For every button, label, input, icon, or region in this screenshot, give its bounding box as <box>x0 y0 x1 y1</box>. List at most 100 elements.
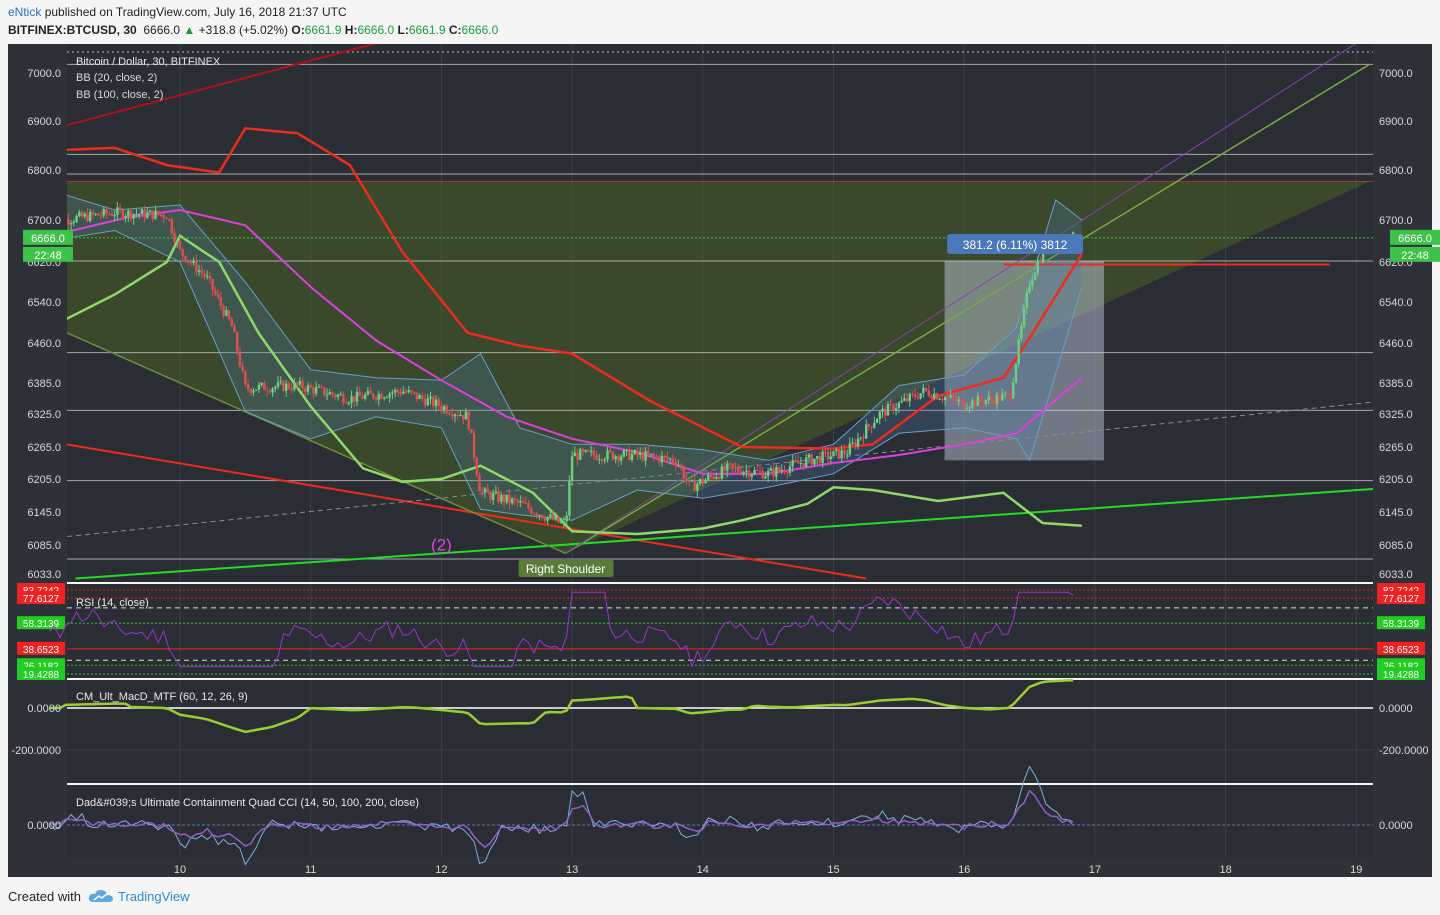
candle-body <box>129 210 133 219</box>
candle-body <box>766 470 770 477</box>
y-tick-left-6325.0: 6325.0 <box>27 409 61 421</box>
candle-body <box>192 260 195 264</box>
candle-body <box>769 468 773 471</box>
candle-body <box>636 450 639 455</box>
y-tick-right-6540.0: 6540.0 <box>1379 297 1413 309</box>
candle-body <box>249 388 252 393</box>
candle-body <box>660 455 664 463</box>
candle-body <box>663 455 666 457</box>
candle-body <box>67 218 70 225</box>
candle-body <box>641 452 645 461</box>
candle-body <box>886 404 890 416</box>
macd-tick-left-200: -200.0000 <box>11 745 61 757</box>
candle-body <box>88 211 92 222</box>
candle-body <box>287 383 291 389</box>
x-tick-17: 17 <box>1089 864 1101 876</box>
candle-body <box>794 460 797 462</box>
candle-body <box>500 494 503 502</box>
candle-body <box>807 454 811 458</box>
candle-body <box>317 386 321 388</box>
candle-body <box>998 394 1001 401</box>
candle-body <box>211 278 214 291</box>
candle-body <box>314 387 318 394</box>
candle-body <box>238 351 242 366</box>
candle-body <box>216 294 220 298</box>
candle-body <box>881 408 884 412</box>
candle-body <box>388 393 391 398</box>
candle-body <box>293 382 296 390</box>
author-link[interactable]: eNtick <box>8 5 41 19</box>
y-tick-right-6700.0: 6700.0 <box>1379 215 1413 227</box>
publish-text: published on TradingView.com, July 16, 2… <box>44 5 347 19</box>
candle-body <box>132 214 135 219</box>
footer: Created with TradingView <box>0 878 1440 915</box>
candle-body <box>671 458 675 463</box>
candle-body <box>772 468 775 477</box>
candle-body <box>75 216 78 222</box>
close-label: C: <box>448 23 462 37</box>
candle-body <box>497 491 500 502</box>
candle-body <box>222 305 225 316</box>
candle-body <box>472 433 476 459</box>
tradingview-brand[interactable]: TradingView <box>118 889 190 904</box>
candle-body <box>649 453 653 455</box>
rsi-badge-text-3-right: 38.6523 <box>1383 645 1420 656</box>
candle-body <box>840 450 843 459</box>
legend-bb2: BB (100, close, 2) <box>76 89 163 101</box>
candle-body <box>410 390 413 392</box>
y-tick-left-7000.0: 7000.0 <box>27 68 61 80</box>
candle-body <box>505 494 508 503</box>
candle-body <box>86 213 89 222</box>
candle-body <box>674 462 677 465</box>
macd-title: CM_Ult_MacD_MTF (60, 12, 26, 9) <box>76 691 248 703</box>
rsi-badge-text-2-left: 58.3139 <box>23 619 60 630</box>
candle-body <box>391 392 394 394</box>
candle-body <box>835 449 838 451</box>
y-tick-right-6385.0: 6385.0 <box>1379 378 1413 390</box>
candle-body <box>516 499 519 503</box>
candle-body <box>137 214 141 216</box>
chart-canvas[interactable]: 10 11 12 13 14 15 16 17 18 19 (2) Right Shoulder 381… <box>0 42 1440 878</box>
candle-body <box>372 393 375 398</box>
candle-body <box>176 241 179 243</box>
candle-body <box>786 472 789 474</box>
candle-body <box>862 437 865 439</box>
candle-body <box>510 498 514 504</box>
candle-body <box>276 382 280 387</box>
candle-body <box>973 400 977 407</box>
y-tick-left-6460.0: 6460.0 <box>27 338 61 350</box>
candle-body <box>903 398 906 401</box>
candle-body <box>369 390 372 394</box>
candle-body <box>802 463 805 467</box>
candle-body <box>219 297 223 306</box>
candle-body <box>235 332 239 352</box>
candle-body <box>404 391 408 393</box>
candle-body <box>358 391 361 397</box>
time-axis-background <box>8 857 1432 877</box>
candle-body <box>470 428 473 434</box>
candle-body <box>124 216 127 219</box>
candle-body <box>810 454 813 465</box>
y-tick-right-7000.0: 7000.0 <box>1379 68 1413 80</box>
candle-body <box>265 390 269 392</box>
candle-body <box>965 408 969 410</box>
candle-body <box>434 399 438 407</box>
low-label: L: <box>397 23 409 37</box>
candle-body <box>519 500 522 503</box>
candle-body <box>230 319 233 327</box>
candle-body <box>328 392 331 395</box>
candle-body <box>445 406 449 414</box>
candle-body <box>658 456 661 463</box>
candle-body <box>753 469 756 475</box>
candle-body <box>148 210 152 213</box>
up-arrow-icon: ▲ <box>183 23 196 37</box>
candle-body <box>742 472 745 475</box>
last-price-text-left: 6666.0 <box>31 233 65 245</box>
x-tick-19: 19 <box>1350 864 1362 876</box>
candle-body <box>557 516 560 523</box>
candle-body <box>647 451 650 455</box>
candle-body <box>396 389 400 392</box>
candle-body <box>644 451 647 461</box>
candle-body <box>573 452 577 457</box>
symbol-label: BITFINEX:BTCUSD, 30 <box>8 23 137 37</box>
